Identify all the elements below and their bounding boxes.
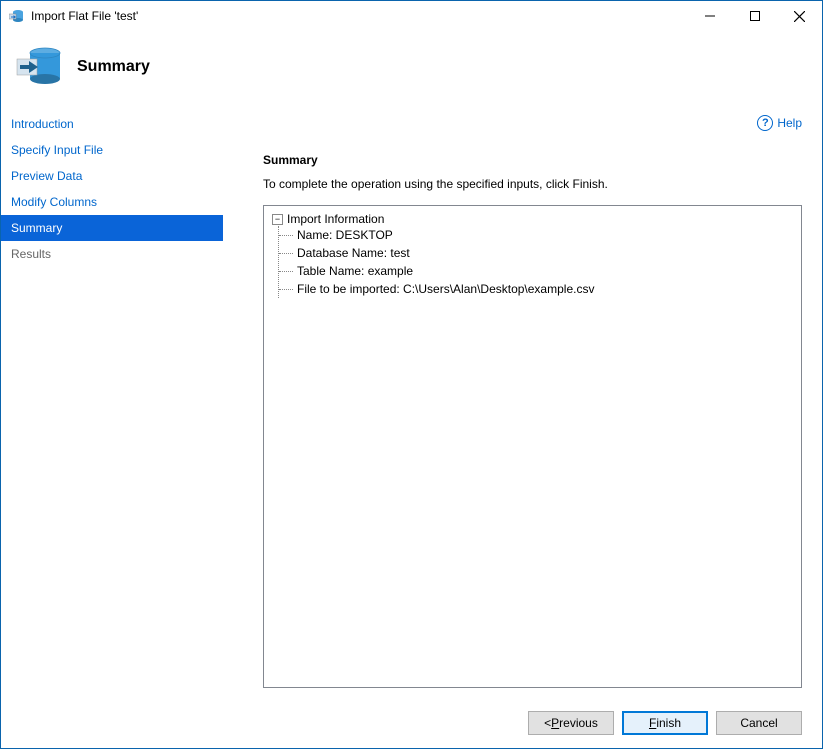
sidebar-item-results: Results <box>1 241 223 267</box>
wizard-sidebar: Introduction Specify Input File Preview … <box>1 103 223 698</box>
sidebar-item-introduction[interactable]: Introduction <box>1 111 223 137</box>
cancel-button[interactable]: Cancel <box>716 711 802 735</box>
sidebar-item-summary[interactable]: Summary <box>1 215 223 241</box>
app-icon <box>9 8 25 24</box>
sidebar-item-modify-columns[interactable]: Modify Columns <box>1 189 223 215</box>
section-description: To complete the operation using the spec… <box>263 177 802 191</box>
tree-leaf: Name: DESKTOP <box>279 226 793 244</box>
summary-tree[interactable]: − Import Information Name: DESKTOP Datab… <box>263 205 802 688</box>
header-band: Summary <box>1 31 822 103</box>
help-label: Help <box>777 116 802 130</box>
finish-button[interactable]: Finish <box>622 711 708 735</box>
content-pane: ? Help Summary To complete the operation… <box>223 103 822 698</box>
tree-leaf: Table Name: example <box>279 262 793 280</box>
maximize-button[interactable] <box>732 1 777 31</box>
window-title: Import Flat File 'test' <box>31 9 687 23</box>
help-row: ? Help <box>263 111 802 135</box>
help-link[interactable]: ? Help <box>757 115 802 131</box>
tree-root-label: Import Information <box>287 212 384 226</box>
sidebar-item-specify-input-file[interactable]: Specify Input File <box>1 137 223 163</box>
page-heading: Summary <box>77 58 150 76</box>
tree-collapse-icon[interactable]: − <box>272 214 283 225</box>
tree-children: Name: DESKTOP Database Name: test Table … <box>278 226 793 298</box>
titlebar: Import Flat File 'test' <box>1 1 822 31</box>
sidebar-item-preview-data[interactable]: Preview Data <box>1 163 223 189</box>
close-button[interactable] <box>777 1 822 31</box>
section-title: Summary <box>263 153 802 167</box>
window-controls <box>687 1 822 31</box>
tree-leaf: Database Name: test <box>279 244 793 262</box>
wizard-footer: < Previous Finish Cancel <box>1 698 822 748</box>
tree-leaf: File to be imported: C:\Users\Alan\Deskt… <box>279 280 793 298</box>
help-icon: ? <box>757 115 773 131</box>
tree-root[interactable]: − Import Information <box>272 212 793 226</box>
body: Introduction Specify Input File Preview … <box>1 103 822 698</box>
minimize-button[interactable] <box>687 1 732 31</box>
previous-button[interactable]: < Previous <box>528 711 614 735</box>
wizard-header-icon <box>15 43 63 91</box>
